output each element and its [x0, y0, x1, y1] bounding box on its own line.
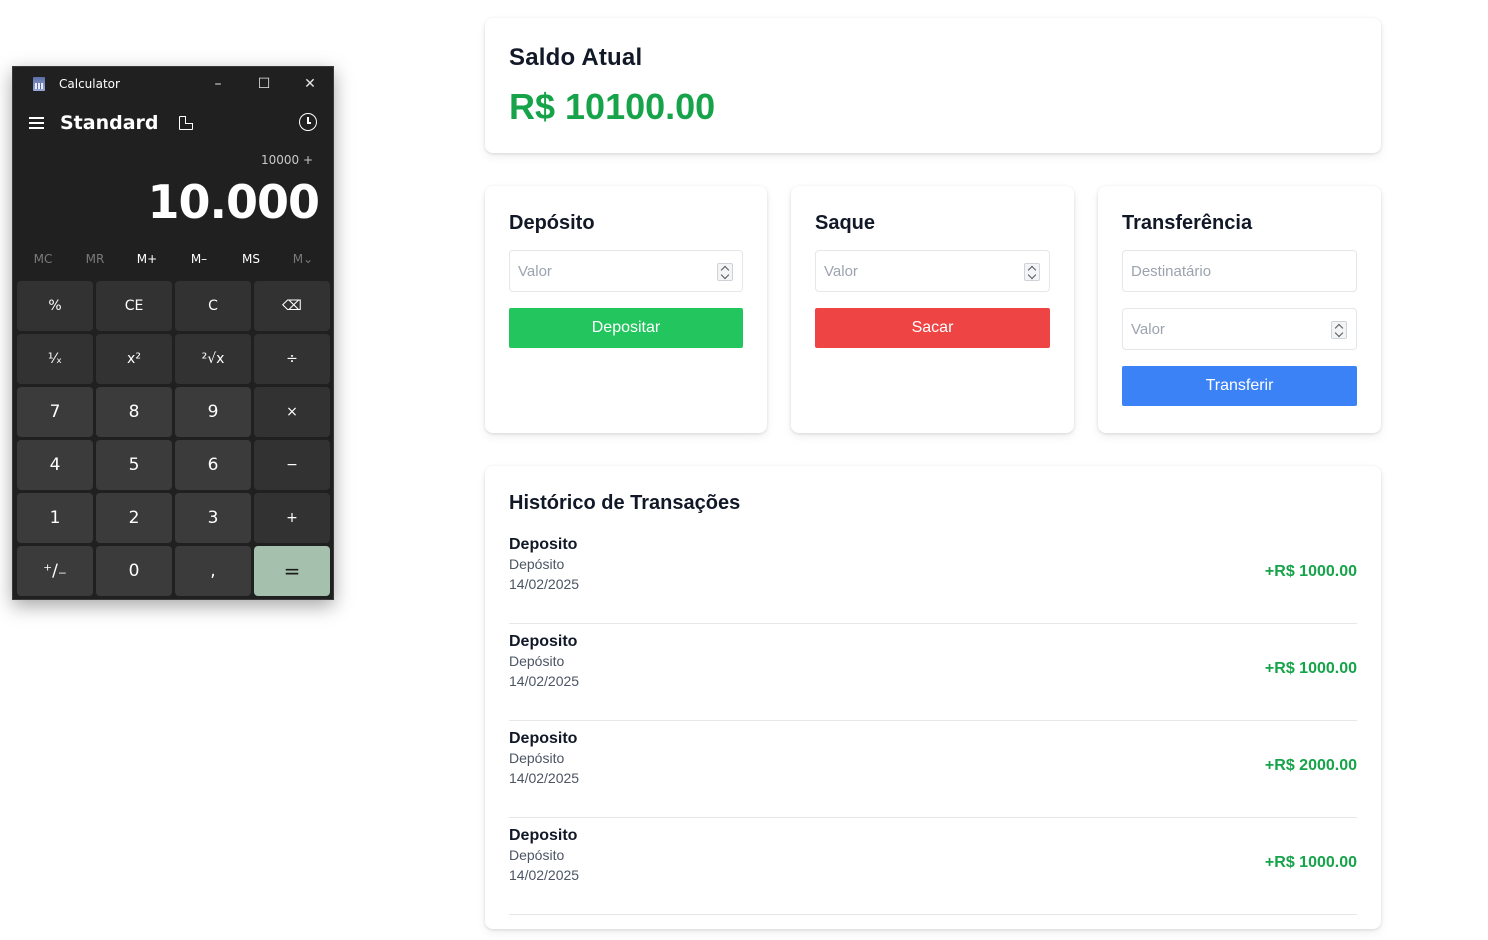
calculator-key[interactable]: 6 [175, 440, 251, 490]
deposit-amount-placeholder: Valor [518, 262, 552, 280]
calculator-key[interactable]: ÷ [254, 334, 330, 384]
calculator-key[interactable]: = [254, 546, 330, 596]
calculator-app-icon [33, 77, 45, 91]
calculator-key[interactable]: 7 [17, 387, 93, 437]
transaction-amount: +R$ 1000.00 [1264, 854, 1357, 871]
close-button[interactable]: ✕ [287, 67, 333, 101]
hamburger-menu-icon[interactable] [29, 117, 45, 129]
history-icon[interactable] [299, 113, 317, 131]
calculator-expression: 10000 + [260, 153, 313, 167]
calculator-key[interactable]: % [17, 281, 93, 331]
transaction-type: Deposito [509, 633, 578, 650]
calculator-key[interactable]: 3 [175, 493, 251, 543]
transaction-description: Depósito [509, 750, 565, 766]
withdraw-title: Saque [815, 212, 876, 234]
calculator-titlebar[interactable]: Calculator – ☐ ✕ [13, 67, 333, 101]
transaction-date: 14/02/2025 [509, 770, 580, 786]
transaction-row: Deposito Depósito 14/02/2025 +R$ 1000.00 [509, 818, 1357, 915]
transaction-row: Deposito Depósito 14/02/2025 +R$ 1000.00 [509, 527, 1357, 624]
balance-card: Saldo Atual R$ 10100.00 [485, 18, 1381, 153]
calculator-key[interactable]: 9 [175, 387, 251, 437]
transfer-card: Transferência Destinatário Valor Transfe… [1098, 186, 1381, 433]
calculator-key[interactable]: x² [96, 334, 172, 384]
maximize-button[interactable]: ☐ [241, 67, 287, 101]
calculator-key[interactable]: 8 [96, 387, 172, 437]
withdraw-card: Saque Valor Sacar [791, 186, 1074, 433]
memory-button[interactable]: MR [69, 252, 121, 266]
deposit-button[interactable]: Depositar [509, 308, 743, 348]
transaction-date: 14/02/2025 [509, 576, 580, 592]
calculator-key[interactable]: 0 [96, 546, 172, 596]
calculator-header: Standard [13, 101, 333, 145]
memory-button[interactable]: MS [225, 252, 277, 266]
transfer-amount-input[interactable]: Valor [1122, 308, 1357, 350]
calculator-key[interactable]: × [254, 387, 330, 437]
transaction-description: Depósito [509, 847, 565, 863]
transaction-description: Depósito [509, 556, 565, 572]
calculator-keypad: % CE C ⌫ ¹⁄ₓ x² ²√x ÷ 7 8 9 × 4 5 6− 1 2 3 + ⁺∕₋ 0, = [13, 281, 333, 596]
transaction-amount: +R$ 2000.00 [1264, 757, 1357, 774]
deposit-card: Depósito Valor Depositar [485, 186, 767, 433]
transaction-list: Deposito Depósito 14/02/2025 +R$ 1000.00… [509, 527, 1357, 915]
calculator-key[interactable]: 5 [96, 440, 172, 490]
memory-row: MC MR M+ M– MS M⌄ [13, 241, 333, 277]
memory-button[interactable]: MC [17, 252, 69, 266]
transaction-date: 14/02/2025 [509, 673, 580, 689]
window-controls: – ☐ ✕ [195, 67, 333, 101]
transfer-recipient-placeholder: Destinatário [1131, 262, 1212, 280]
memory-button[interactable]: M+ [121, 252, 173, 266]
calculator-app-title: Calculator [59, 77, 120, 91]
transaction-amount: +R$ 1000.00 [1264, 660, 1357, 677]
transaction-type: Deposito [509, 827, 578, 844]
deposit-amount-input[interactable]: Valor [509, 250, 743, 292]
calculator-key[interactable]: CE [96, 281, 172, 331]
number-spinner-icon[interactable] [1024, 263, 1040, 281]
balance-value: R$ 10100.00 [509, 86, 716, 127]
withdraw-button[interactable]: Sacar [815, 308, 1050, 348]
deposit-title: Depósito [509, 212, 595, 234]
calculator-mode-title: Standard [60, 112, 159, 134]
calculator-key[interactable]: 2 [96, 493, 172, 543]
transaction-description: Depósito [509, 653, 565, 669]
calculator-key[interactable]: 1 [17, 493, 93, 543]
calculator-window: Calculator – ☐ ✕ Standard 10000 + 10.000… [12, 66, 334, 600]
number-spinner-icon[interactable] [1331, 321, 1347, 339]
history-title: Histórico de Transações [509, 492, 741, 514]
memory-button[interactable]: M– [173, 252, 225, 266]
transaction-amount: +R$ 1000.00 [1264, 563, 1357, 580]
calculator-display: 10.000 [147, 175, 320, 229]
transfer-amount-placeholder: Valor [1131, 320, 1165, 338]
calculator-key[interactable]: − [254, 440, 330, 490]
transaction-row: Deposito Depósito 14/02/2025 +R$ 1000.00 [509, 624, 1357, 721]
balance-title: Saldo Atual [509, 44, 643, 71]
transfer-recipient-input[interactable]: Destinatário [1122, 250, 1357, 292]
withdraw-amount-placeholder: Valor [824, 262, 858, 280]
transfer-button[interactable]: Transferir [1122, 366, 1357, 406]
transaction-type: Deposito [509, 536, 578, 553]
withdraw-amount-input[interactable]: Valor [815, 250, 1050, 292]
number-spinner-icon[interactable] [717, 263, 733, 281]
calculator-key[interactable]: ⌫ [254, 281, 330, 331]
calculator-key[interactable]: 4 [17, 440, 93, 490]
transaction-date: 14/02/2025 [509, 867, 580, 883]
transaction-history-card: Histórico de Transações Deposito Depósit… [485, 466, 1381, 929]
transaction-row: Deposito Depósito 14/02/2025 +R$ 2000.00 [509, 721, 1357, 818]
memory-button[interactable]: M⌄ [277, 252, 329, 266]
calculator-key[interactable]: ²√x [175, 334, 251, 384]
transaction-type: Deposito [509, 730, 578, 747]
keep-on-top-icon[interactable] [178, 116, 193, 130]
calculator-key[interactable]: , [175, 546, 251, 596]
transfer-title: Transferência [1122, 212, 1253, 234]
minimize-button[interactable]: – [195, 67, 241, 101]
calculator-key[interactable]: ¹⁄ₓ [17, 334, 93, 384]
calculator-key[interactable]: C [175, 281, 251, 331]
calculator-key[interactable]: ⁺∕₋ [17, 546, 93, 596]
calculator-key[interactable]: + [254, 493, 330, 543]
